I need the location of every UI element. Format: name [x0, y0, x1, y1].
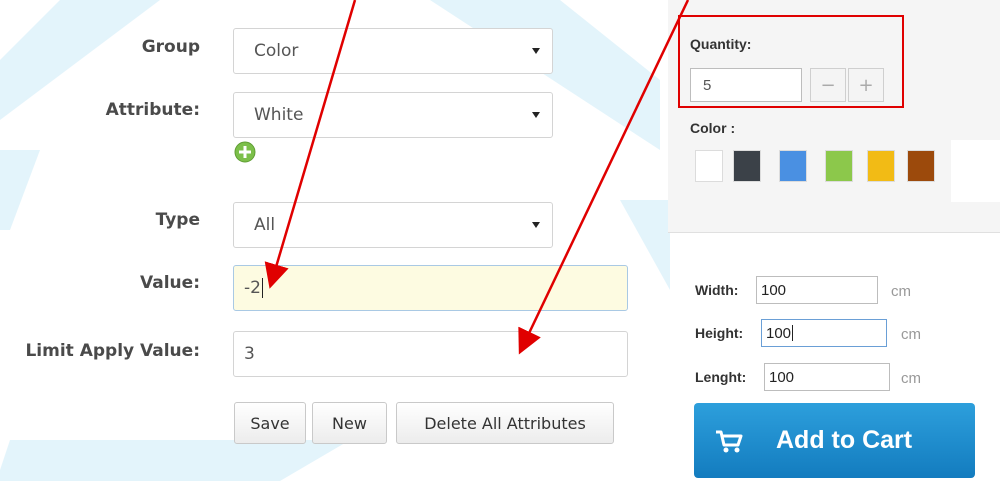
plus-icon: +: [858, 74, 874, 96]
quantity-label: Quantity:: [690, 36, 752, 52]
width-label: Width:: [695, 282, 739, 298]
save-button[interactable]: Save: [234, 402, 306, 444]
add-to-cart-button[interactable]: Add to Cart: [694, 403, 975, 478]
attribute-form: Group Color Attribute: White Type All Va…: [0, 0, 640, 481]
type-select[interactable]: All: [233, 202, 553, 248]
attribute-selected-value: White: [254, 105, 304, 125]
color-swatch-charcoal[interactable]: [733, 150, 761, 182]
value-label: Value:: [140, 273, 200, 293]
color-swatch-brown[interactable]: [907, 150, 935, 182]
new-button[interactable]: New: [312, 402, 387, 444]
height-unit: cm: [901, 326, 921, 343]
quantity-increase-button[interactable]: +: [848, 68, 884, 102]
chevron-down-icon: [532, 48, 540, 54]
color-swatch-green[interactable]: [825, 150, 853, 182]
color-swatch-yellow[interactable]: [867, 150, 895, 182]
limit-apply-value-text: 3: [244, 344, 255, 364]
minus-icon: −: [820, 74, 836, 96]
color-swatch-overflow: [951, 140, 1000, 202]
quantity-decrease-button[interactable]: −: [810, 68, 846, 102]
color-swatch-blue[interactable]: [779, 150, 807, 182]
width-input[interactable]: 100: [756, 276, 878, 304]
length-unit: cm: [901, 370, 921, 387]
limit-apply-value-input[interactable]: 3: [233, 331, 628, 377]
width-unit: cm: [891, 283, 911, 300]
length-input[interactable]: 100: [764, 363, 890, 391]
chevron-down-icon: [532, 112, 540, 118]
type-selected-value: All: [254, 215, 276, 235]
attribute-label: Attribute:: [105, 100, 200, 120]
chevron-down-icon: [532, 222, 540, 228]
add-to-cart-label: Add to Cart: [776, 426, 913, 454]
limit-apply-value-label: Limit Apply Value:: [25, 341, 200, 361]
height-label: Height:: [695, 325, 744, 341]
group-label: Group: [141, 37, 200, 57]
plus-circle-icon[interactable]: [234, 141, 256, 163]
attribute-select[interactable]: White: [233, 92, 553, 138]
delete-all-attributes-button[interactable]: Delete All Attributes: [396, 402, 614, 444]
value-input-text: -2: [244, 278, 261, 298]
quantity-input[interactable]: 5: [690, 68, 802, 102]
length-label: Lenght:: [695, 369, 747, 385]
group-select[interactable]: Color: [233, 28, 553, 74]
value-input[interactable]: -2: [233, 265, 628, 311]
group-selected-value: Color: [254, 41, 299, 61]
color-swatch-white[interactable]: [695, 150, 723, 182]
product-options-panel: Quantity: 5 − + Color : Width: 100 cm He…: [668, 0, 1000, 481]
shopping-cart-icon: [716, 430, 743, 452]
quantity-value: 5: [703, 76, 712, 94]
color-label: Color :: [690, 120, 736, 136]
type-label: Type: [155, 210, 200, 230]
height-input[interactable]: 100: [761, 319, 887, 347]
